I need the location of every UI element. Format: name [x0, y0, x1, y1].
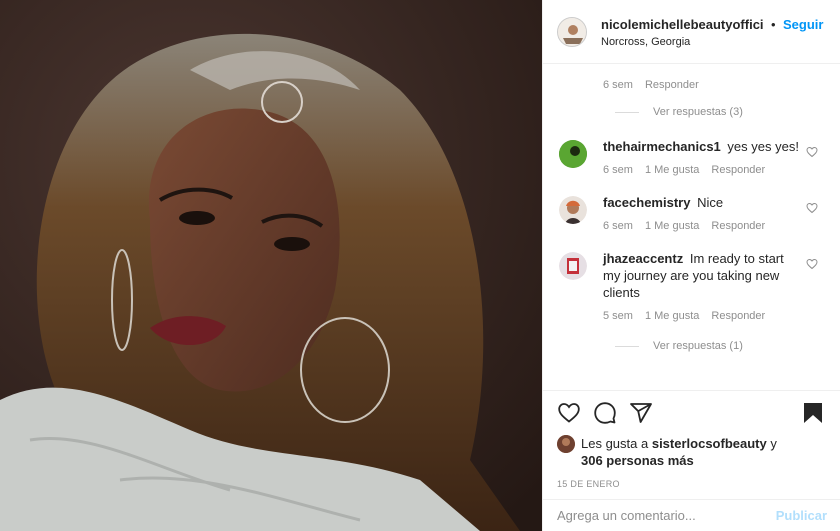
- likes-conjunction: y: [770, 436, 777, 451]
- add-comment-bar: Publicar: [543, 499, 840, 531]
- post-side-panel: nicolemichellebeautyoffici • Seguir Norc…: [542, 0, 840, 531]
- likes-text: Les gusta a sisterlocsofbeauty y 306 per…: [581, 435, 777, 469]
- commenter-avatar[interactable]: [559, 196, 587, 224]
- comment-icon[interactable]: [593, 401, 617, 425]
- liker-username[interactable]: sisterlocsofbeauty: [652, 436, 767, 451]
- comment-item: jhazeaccentz Im ready to start my journe…: [559, 250, 824, 322]
- comment-meta: 6 sem 1 Me gusta Responder: [603, 220, 803, 232]
- comment-text: yes yes yes!: [727, 139, 799, 154]
- comment-body: jhazeaccentz Im ready to start my journe…: [603, 250, 803, 301]
- likes-others[interactable]: 306 personas más: [581, 453, 694, 468]
- comment-likes[interactable]: 1 Me gusta: [645, 220, 699, 232]
- commenter-avatar[interactable]: [559, 252, 587, 280]
- comment-time: 6 sem: [603, 220, 633, 232]
- commenter-avatar-image: [559, 140, 587, 168]
- comment-item: facechemistry Nice 6 sem 1 Me gusta Resp…: [559, 194, 824, 232]
- action-icons: [557, 401, 824, 425]
- comment-username[interactable]: facechemistry: [603, 195, 690, 210]
- bookmark-icon[interactable]: [802, 401, 824, 425]
- reply-button[interactable]: Responder: [645, 79, 699, 91]
- likes-summary: Les gusta a sisterlocsofbeauty y 306 per…: [557, 435, 824, 469]
- view-replies-label: Ver respuestas (1): [653, 340, 743, 352]
- reply-button[interactable]: Responder: [711, 220, 765, 232]
- liker-avatar[interactable]: [557, 435, 575, 453]
- comment-time: 6 sem: [603, 164, 633, 176]
- comment-likes[interactable]: 1 Me gusta: [645, 310, 699, 322]
- comment-time: 5 sem: [603, 310, 633, 322]
- comment-time: 6 sem: [603, 79, 633, 91]
- share-icon[interactable]: [629, 401, 653, 425]
- publish-button[interactable]: Publicar: [776, 508, 827, 523]
- top-comment-meta: 6 sem Responder: [559, 79, 824, 91]
- view-replies-button[interactable]: Ver respuestas (1): [559, 340, 824, 352]
- post-actions: Les gusta a sisterlocsofbeauty y 306 per…: [543, 390, 840, 489]
- post-photo[interactable]: [0, 0, 542, 531]
- author-info: nicolemichellebeautyoffici • Seguir Norc…: [601, 16, 823, 48]
- follow-button[interactable]: Seguir: [783, 17, 823, 32]
- post-location[interactable]: Norcross, Georgia: [601, 36, 823, 48]
- comment-input[interactable]: [557, 508, 776, 523]
- post-header: nicolemichellebeautyoffici • Seguir Norc…: [543, 0, 840, 64]
- comment-text: Nice: [697, 195, 724, 210]
- header-separator: •: [771, 16, 776, 32]
- commenter-avatar-image: [559, 252, 587, 280]
- commenter-avatar[interactable]: [559, 140, 587, 168]
- comment-body: facechemistry Nice: [603, 194, 803, 211]
- heart-icon[interactable]: [557, 401, 581, 425]
- replies-line: [615, 111, 639, 113]
- commenter-avatar-image: [559, 196, 587, 224]
- portrait-image: [0, 0, 542, 531]
- author-avatar-image: [558, 17, 586, 46]
- author-username[interactable]: nicolemichellebeautyoffici: [601, 17, 764, 32]
- comment-item: thehairmechanics1 yes yes yes! 6 sem 1 M…: [559, 138, 824, 176]
- comment-username[interactable]: jhazeaccentz: [603, 251, 683, 266]
- liker-avatar-image: [557, 435, 575, 453]
- likes-prefix: Les gusta a: [581, 436, 649, 451]
- comment-like-icon[interactable]: [806, 146, 818, 158]
- author-avatar[interactable]: [557, 16, 587, 47]
- comment-like-icon[interactable]: [806, 258, 818, 270]
- comment-username[interactable]: thehairmechanics1: [603, 139, 721, 154]
- replies-line: [615, 345, 639, 347]
- comment-meta: 6 sem 1 Me gusta Responder: [603, 164, 803, 176]
- view-replies-label: Ver respuestas (3): [653, 106, 743, 118]
- comments-list[interactable]: 6 sem Responder Ver respuestas (3) theha…: [543, 64, 840, 390]
- comment-meta: 5 sem 1 Me gusta Responder: [603, 310, 803, 322]
- reply-button[interactable]: Responder: [711, 310, 765, 322]
- reply-button[interactable]: Responder: [711, 164, 765, 176]
- view-replies-button[interactable]: Ver respuestas (3): [559, 106, 824, 118]
- post-date[interactable]: 15 DE ENERO: [557, 479, 824, 489]
- comment-likes[interactable]: 1 Me gusta: [645, 164, 699, 176]
- comment-like-icon[interactable]: [806, 202, 818, 214]
- comment-body: thehairmechanics1 yes yes yes!: [603, 138, 803, 155]
